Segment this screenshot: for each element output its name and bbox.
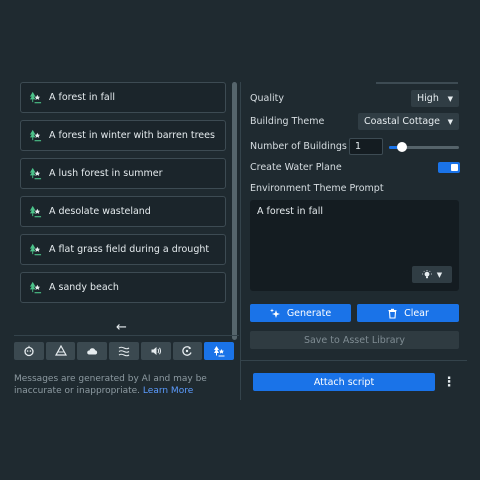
prompt-item-3[interactable]: A lush forest in summer (20, 158, 226, 189)
divider (14, 335, 239, 336)
generate-button[interactable]: Generate (250, 304, 351, 322)
prompt-item-label: A forest in fall (49, 92, 116, 103)
chevron-down-icon: ▼ (447, 117, 453, 126)
building-theme-label: Building Theme (250, 116, 325, 127)
learn-more-link[interactable]: Learn More (143, 386, 193, 396)
slider-thumb[interactable] (396, 142, 407, 152)
environment-settings-panel: Quality High ▼ Building Theme Coastal Co… (240, 82, 467, 400)
attach-script-button[interactable]: Attach script (253, 373, 435, 391)
enhance-prompt-button[interactable]: ▼ (412, 266, 452, 283)
water-icon (118, 346, 130, 357)
prompt-item-2[interactable]: A forest in winter with barren trees (20, 120, 226, 151)
environment-icon (29, 167, 42, 180)
building-theme-dropdown[interactable]: Coastal Cottage ▼ (358, 113, 459, 130)
quality-label: Quality (250, 93, 284, 104)
audio-tool-button[interactable] (140, 342, 171, 360)
replay-tool-button[interactable] (172, 342, 203, 360)
trash-icon (388, 308, 397, 319)
buildings-slider[interactable] (389, 142, 459, 152)
clear-label: Clear (404, 307, 429, 319)
terrain-icon (54, 345, 67, 356)
prompt-item-4[interactable]: A desolate wasteland (20, 196, 226, 227)
environment-icon (29, 281, 42, 294)
prompt-item-label: A forest in winter with barren trees (49, 130, 215, 141)
back-arrow-icon[interactable]: ← (116, 320, 127, 335)
sparkle-icon (269, 308, 280, 318)
assistant-toolbar (14, 342, 235, 360)
divider (241, 360, 467, 361)
replay-icon (182, 346, 193, 356)
environment-icon (29, 129, 42, 142)
prompt-suggestions-panel: A forest in fall A forest in winter with… (14, 80, 239, 398)
environment-icon (29, 243, 42, 256)
terrain-tool-button[interactable] (45, 342, 76, 360)
prompt-list-scrollbar[interactable] (232, 82, 237, 340)
lightbulb-icon (421, 269, 432, 278)
prompt-item-5[interactable]: A flat grass field during a drought (20, 234, 226, 265)
environment-icon (29, 91, 42, 104)
panel-scrollbar[interactable] (376, 82, 458, 84)
prompt-text: A forest in fall (257, 206, 324, 217)
prompt-item-label: A desolate wasteland (49, 206, 151, 217)
prompt-item-1[interactable]: A forest in fall (20, 82, 226, 113)
prompt-item-label: A flat grass field during a drought (49, 244, 210, 255)
generate-label: Generate (286, 307, 332, 319)
sky-tool-button[interactable] (77, 342, 108, 360)
toggle-knob (451, 164, 458, 171)
ai-disclaimer: Messages are generated by AI and may be … (14, 373, 229, 397)
more-options-icon[interactable]: ⋮ (443, 373, 456, 391)
audio-icon (151, 347, 161, 355)
prompt-item-label: A sandy beach (49, 282, 119, 293)
buildings-input[interactable]: 1 (349, 138, 383, 155)
chevron-down-icon: ▼ (436, 270, 443, 279)
water-plane-toggle[interactable] (438, 162, 460, 173)
clear-button[interactable]: Clear (357, 304, 459, 322)
quality-value: High (417, 93, 439, 104)
robot-tool-button[interactable] (14, 342, 44, 360)
robot-icon (24, 345, 34, 357)
building-theme-value: Coastal Cottage (364, 116, 441, 127)
buildings-label: Number of Buildings (250, 141, 347, 152)
environment-icon (214, 346, 225, 357)
environment-tool-button[interactable] (204, 342, 235, 360)
prompt-item-label: A lush forest in summer (49, 168, 163, 179)
water-plane-label: Create Water Plane (250, 162, 342, 173)
prompt-label: Environment Theme Prompt (250, 183, 384, 194)
prompt-item-6[interactable]: A sandy beach (20, 272, 226, 303)
water-tool-button[interactable] (109, 342, 139, 360)
environment-icon (29, 205, 42, 218)
cloud-icon (87, 348, 98, 355)
save-to-library-button[interactable]: Save to Asset Library (250, 331, 459, 349)
prompt-list: A forest in fall A forest in winter with… (14, 80, 237, 310)
chevron-down-icon: ▼ (447, 94, 453, 103)
quality-dropdown[interactable]: High ▼ (411, 90, 459, 107)
